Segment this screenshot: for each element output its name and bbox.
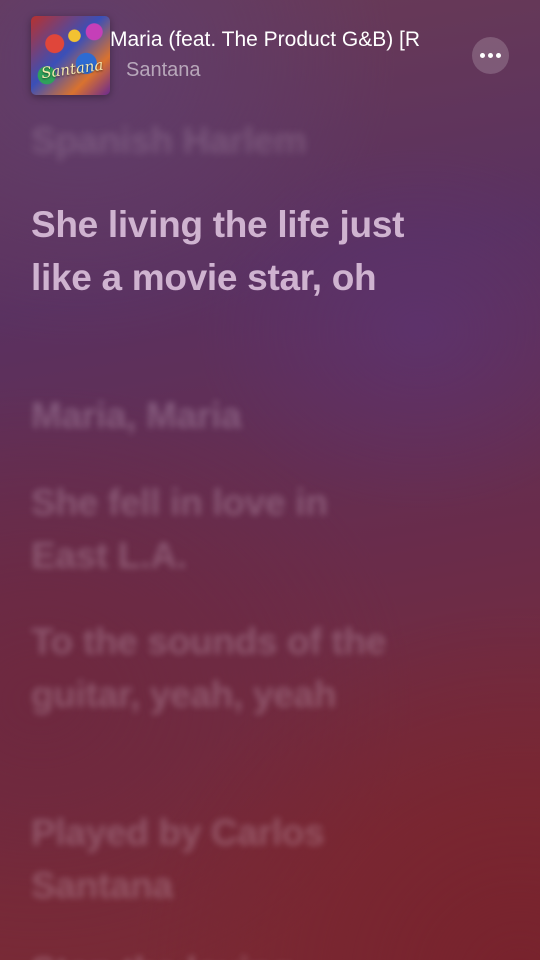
track-artist[interactable]: Santana <box>126 59 201 82</box>
now-playing-header: Santana Maria (feat. The Product G&B) [R… <box>0 0 540 110</box>
album-artwork[interactable]: Santana <box>31 16 110 95</box>
lyric-line[interactable]: Stop the loving <box>31 944 431 960</box>
lyric-line[interactable]: She fell in love in East L.A. <box>31 476 391 582</box>
more-options-button[interactable] <box>472 37 509 74</box>
lyric-line-active[interactable]: She living the life just like a movie st… <box>31 198 411 304</box>
track-title[interactable]: Maria (feat. The Product G&B) [R <box>110 28 436 52</box>
lyric-line[interactable]: Played by Carlos Santana <box>31 806 391 912</box>
lyric-line[interactable]: To the sounds of the guitar, yeah, yeah <box>31 615 391 721</box>
lyric-line[interactable]: Maria, Maria <box>31 389 431 442</box>
artwork-logo-text: Santana <box>40 55 105 83</box>
ellipsis-icon <box>480 53 501 58</box>
lyric-line[interactable]: Spanish Harlem <box>31 114 431 167</box>
